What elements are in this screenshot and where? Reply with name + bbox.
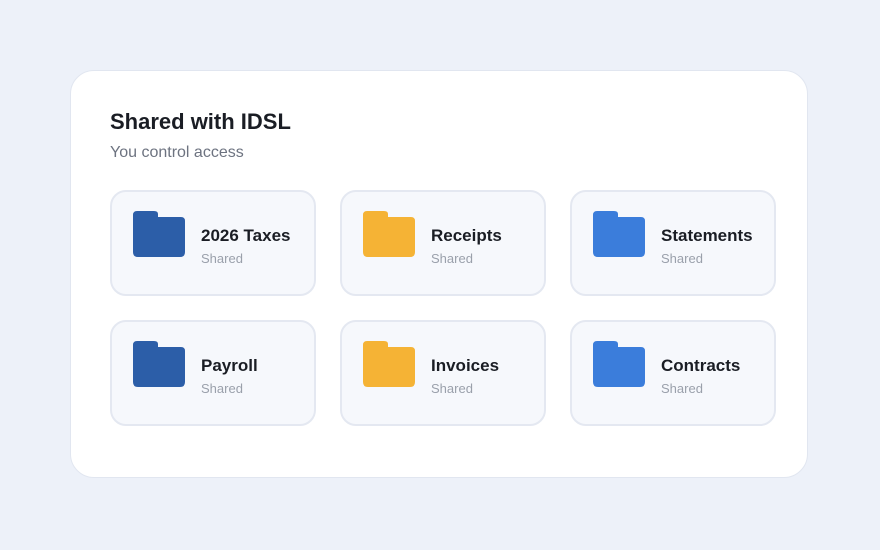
- folder-name: 2026 Taxes: [201, 226, 291, 245]
- folder-status: Shared: [431, 381, 473, 396]
- folder-tile[interactable]: Statements Shared: [570, 190, 776, 296]
- folder-tile[interactable]: Invoices Shared: [340, 320, 546, 426]
- folder-icon: [593, 341, 646, 388]
- folder-icon: [593, 211, 646, 258]
- folder-icon: [363, 211, 416, 258]
- folder-status: Shared: [201, 381, 243, 396]
- folder-status: Shared: [201, 251, 243, 266]
- folder-name: Invoices: [431, 356, 500, 375]
- folder-icon: [363, 341, 416, 388]
- folder-icon: [133, 341, 186, 388]
- shared-folders-panel: Shared with IDSL You control access 2026…: [70, 70, 808, 478]
- folder-grid: 2026 Taxes Shared Receipts Shared Statem…: [110, 190, 777, 426]
- folder-tile[interactable]: Payroll Shared: [110, 320, 316, 426]
- panel-subtitle: You control access: [110, 144, 244, 161]
- folder-name: Contracts: [661, 356, 741, 375]
- folder-status: Shared: [661, 381, 703, 396]
- folder-name: Statements: [661, 226, 753, 245]
- folder-name: Payroll: [201, 356, 258, 375]
- folder-icon: [133, 211, 186, 258]
- folder-tile[interactable]: Receipts Shared: [340, 190, 546, 296]
- folder-tile[interactable]: 2026 Taxes Shared: [110, 190, 316, 296]
- folder-name: Receipts: [431, 226, 502, 245]
- folder-tile[interactable]: Contracts Shared: [570, 320, 776, 426]
- panel-title: Shared with IDSL: [110, 109, 291, 134]
- folder-status: Shared: [431, 251, 473, 266]
- folder-status: Shared: [661, 251, 703, 266]
